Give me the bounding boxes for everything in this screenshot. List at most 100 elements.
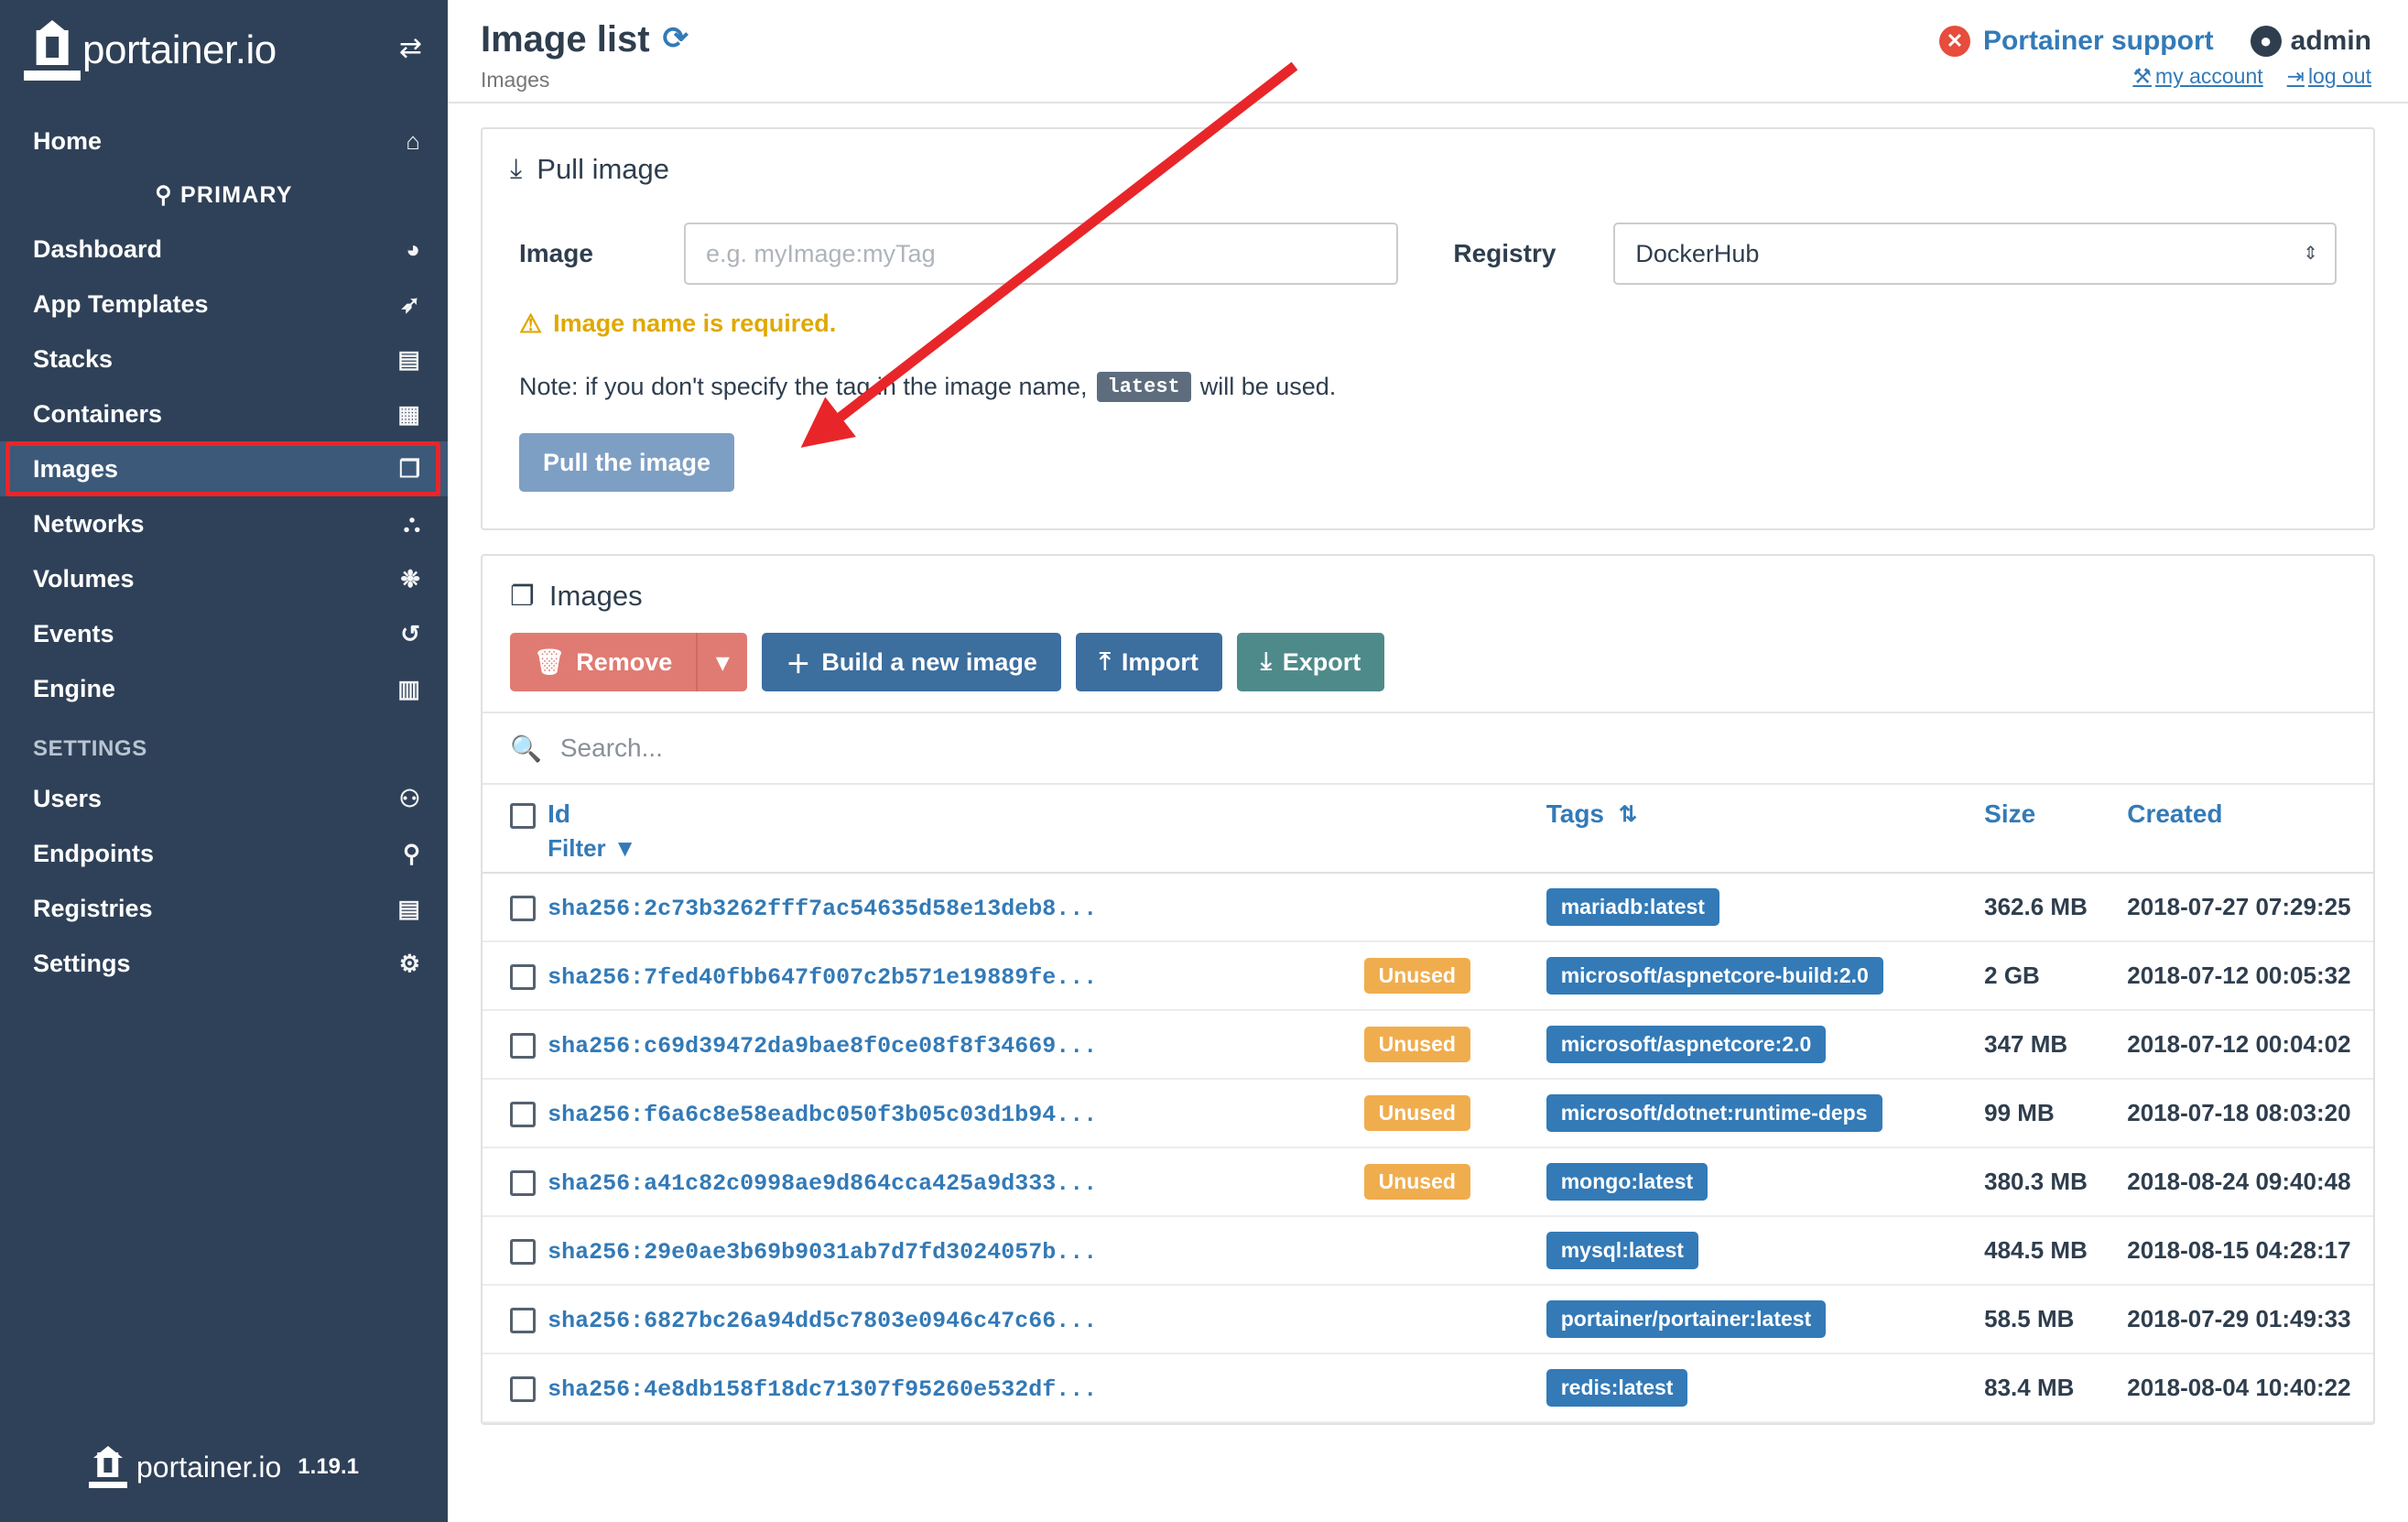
row-checkbox[interactable]	[510, 1033, 536, 1060]
header-divider	[448, 102, 2408, 103]
image-id-link[interactable]: sha256:4e8db158f18dc71307f95260e532df...	[548, 1376, 1097, 1403]
header-account-links: ⚒ my account ⇥ log out	[1939, 64, 2371, 89]
download-icon: ⤓	[1260, 647, 1272, 675]
pull-the-image-button[interactable]: Pull the image	[519, 433, 735, 492]
logout-link[interactable]: ⇥ log out	[2287, 64, 2371, 89]
image-id-link[interactable]: sha256:c69d39472da9bae8f0ce08f8f34669...	[548, 1033, 1097, 1060]
sidebar-item-engine[interactable]: Engine ▥	[0, 661, 448, 716]
tag-badge[interactable]: mariadb:latest	[1546, 888, 1719, 926]
tag-badge[interactable]: microsoft/aspnetcore:2.0	[1546, 1026, 1827, 1063]
sidebar-item-users[interactable]: Users ⚇	[0, 771, 448, 826]
sidebar: portainer.io ⇄ Home ⌂ ⚲ PRIMARY Dashboar…	[0, 0, 448, 1522]
image-id-cell: sha256:c69d39472da9bae8f0ce08f8f34669...	[548, 1010, 1364, 1080]
images-table-body: sha256:2c73b3262fff7ac54635d58e13deb8...…	[483, 873, 2373, 1423]
column-header-size-label: Size	[1984, 799, 2036, 828]
row-checkbox[interactable]	[510, 1376, 536, 1403]
tag-badge[interactable]: microsoft/aspnetcore-build:2.0	[1546, 957, 1883, 995]
export-button[interactable]: ⤓ Export	[1236, 633, 1385, 691]
sidebar-item-volumes[interactable]: Volumes ❉	[0, 551, 448, 606]
image-id-link[interactable]: sha256:2c73b3262fff7ac54635d58e13deb8...	[548, 896, 1097, 922]
size-cell: 58.5 MB	[1984, 1285, 2128, 1354]
brand-label: portainer.io	[82, 27, 277, 72]
tag-badge[interactable]: microsoft/dotnet:runtime-deps	[1546, 1094, 1882, 1132]
import-button[interactable]: ⤒ Import	[1075, 633, 1222, 691]
sidebar-brand[interactable]: portainer.io ⇄	[0, 0, 448, 101]
remove-button[interactable]: 🗑 Remove	[510, 633, 697, 691]
sidebar-item-images[interactable]: Images ❐	[0, 441, 448, 496]
column-header-created[interactable]: Created	[2127, 785, 2373, 874]
my-account-link[interactable]: ⚒ my account	[2132, 64, 2262, 89]
tag-badge[interactable]: redis:latest	[1546, 1369, 1688, 1407]
user-menu[interactable]: ● admin	[2250, 26, 2371, 57]
sidebar-item-dashboard[interactable]: Dashboard ◕	[0, 222, 448, 277]
id-filter[interactable]: Filter ▼	[548, 834, 1363, 863]
tag-badge[interactable]: mongo:latest	[1546, 1163, 1708, 1201]
image-id-link[interactable]: sha256:7fed40fbb647f007c2b571e19889fe...	[548, 964, 1097, 991]
collapse-sidebar-icon[interactable]: ⇄	[399, 35, 422, 62]
row-checkbox[interactable]	[510, 1102, 536, 1128]
tag-badge[interactable]: mysql:latest	[1546, 1232, 1698, 1269]
pull-image-panel: ⤓ Pull image Image Registry DockerHub ⇕	[481, 127, 2375, 530]
unused-cell	[1363, 1353, 1546, 1423]
created-cell: 2018-07-18 08:03:20	[2127, 1079, 2373, 1148]
row-checkbox[interactable]	[510, 896, 536, 922]
plus-icon: ＋	[786, 650, 811, 679]
sidebar-item-label: Networks	[33, 509, 145, 538]
warning-icon: ⚠	[519, 310, 543, 338]
images-panel: ❐ Images 🗑 Remove ▾ ＋ Build a new image …	[481, 554, 2375, 1425]
image-id-cell: sha256:2c73b3262fff7ac54635d58e13deb8...	[548, 873, 1364, 942]
sidebar-item-registries[interactable]: Registries ▤	[0, 881, 448, 936]
remove-dropdown-button[interactable]: ▾	[696, 633, 748, 691]
image-id-link[interactable]: sha256:6827bc26a94dd5c7803e0946c47c66...	[548, 1308, 1097, 1334]
history-icon: ↺	[400, 619, 420, 647]
image-name-input[interactable]	[684, 223, 1399, 285]
pull-image-title: Pull image	[537, 153, 670, 185]
row-checkbox[interactable]	[510, 1239, 536, 1266]
image-id-link[interactable]: sha256:29e0ae3b69b9031ab7d7fd3024057b...	[548, 1239, 1097, 1266]
sidebar-item-containers[interactable]: Containers ▦	[0, 386, 448, 441]
sidebar-item-label: Registries	[33, 894, 153, 922]
column-header-tags[interactable]: Tags ⇅	[1546, 785, 1985, 874]
footer-version-label: 1.19.1	[298, 1454, 360, 1479]
chevron-down-icon: ▾	[716, 647, 730, 676]
row-checkbox[interactable]	[510, 964, 536, 991]
created-cell: 2018-07-27 07:29:25	[2127, 873, 2373, 942]
row-select-cell	[483, 1353, 548, 1423]
refresh-icon[interactable]: ⟳	[663, 22, 689, 56]
search-input[interactable]	[558, 733, 2346, 764]
column-header-size[interactable]: Size	[1984, 785, 2128, 874]
sidebar-item-endpoints[interactable]: Endpoints ⚲	[0, 826, 448, 881]
column-header-unused	[1363, 785, 1546, 874]
images-table-head: Id Filter ▼ Tags ⇅ Size Created	[483, 785, 2373, 874]
portainer-support-link[interactable]: Portainer support	[1983, 26, 2214, 57]
registry-select[interactable]: DockerHub	[1613, 223, 2337, 285]
breadcrumb: Images	[481, 68, 550, 92]
select-all-checkbox[interactable]	[510, 802, 536, 829]
unused-cell	[1363, 1285, 1546, 1354]
row-checkbox[interactable]	[510, 1170, 536, 1197]
column-header-created-label: Created	[2127, 799, 2223, 828]
column-header-id[interactable]: Id Filter ▼	[548, 785, 1364, 874]
sort-icon: ⇅	[1619, 801, 1638, 827]
download-image-icon: ⤓	[510, 154, 523, 184]
table-row: sha256:7fed40fbb647f007c2b571e19889fe...…	[483, 941, 2373, 1011]
sidebar-item-app-templates[interactable]: App Templates ➶	[0, 277, 448, 332]
build-new-image-button[interactable]: ＋ Build a new image	[762, 633, 1061, 691]
image-id-link[interactable]: sha256:f6a6c8e58eadbc050f3b05c03d1b94...	[548, 1102, 1097, 1128]
sidebar-item-events[interactable]: Events ↺	[0, 606, 448, 661]
sidebar-item-home[interactable]: Home ⌂	[0, 114, 448, 169]
row-select-cell	[483, 1285, 548, 1354]
images-icon: ❐	[510, 581, 535, 612]
sidebar-item-label: App Templates	[33, 289, 209, 318]
created-cell: 2018-08-24 09:40:48	[2127, 1147, 2373, 1217]
row-checkbox[interactable]	[510, 1308, 536, 1334]
tag-badge[interactable]: portainer/portainer:latest	[1546, 1300, 1827, 1338]
sidebar-item-networks[interactable]: Networks ⛬	[0, 496, 448, 551]
sidebar-item-stacks[interactable]: Stacks ▤	[0, 332, 448, 386]
pull-image-form-row: Image Registry DockerHub ⇕	[519, 223, 2337, 285]
user-circle-icon: ●	[2250, 26, 2282, 57]
sidebar-item-label: Stacks	[33, 344, 114, 373]
tags-cell: redis:latest	[1546, 1353, 1985, 1423]
sidebar-item-settings[interactable]: Settings ⚙	[0, 936, 448, 991]
image-id-link[interactable]: sha256:a41c82c0998ae9d864cca425a9d333...	[548, 1170, 1097, 1197]
